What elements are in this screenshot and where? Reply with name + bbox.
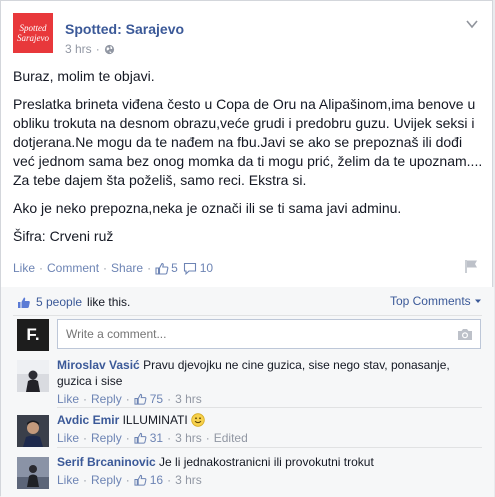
comment-author-link[interactable]: Avdic Emir [57, 413, 119, 427]
thumbs-up-icon[interactable] [134, 474, 147, 486]
comment-time[interactable]: 3 hrs [175, 430, 202, 446]
likers-link[interactable]: 5 people [36, 295, 82, 309]
page-logo-line1: Spotted [19, 23, 47, 33]
comment-like-count[interactable]: 31 [150, 430, 163, 446]
camera-icon[interactable] [457, 327, 473, 341]
post-paragraph: Buraz, molim te objavi. [13, 68, 155, 84]
comment-actions: Like · Reply · 75 · 3 hrs [57, 391, 202, 407]
comment-bubble-icon[interactable] [183, 262, 197, 275]
avatar[interactable]: F. [17, 319, 49, 351]
flag-icon[interactable] [464, 259, 479, 274]
comment-like-count[interactable]: 75 [150, 391, 163, 407]
thumbs-up-icon [18, 297, 30, 308]
post-comment-count[interactable]: 10 [200, 261, 213, 275]
comment-text: Je li jednakostranicni ili provokutni tr… [159, 455, 374, 469]
avatar[interactable] [17, 457, 49, 489]
comment-composer: F. [17, 319, 487, 351]
post-paragraph: Ako je neko prepozna,neka je označi ili … [13, 200, 402, 216]
comment-like-button[interactable]: Like [57, 472, 79, 488]
post-time[interactable]: 3 hrs [65, 42, 92, 56]
avatar[interactable] [17, 360, 49, 392]
comment-actions: Like · Reply · 16 · 3 hrs [57, 472, 202, 488]
comment-like-count[interactable]: 16 [150, 472, 163, 488]
comment-edited-label[interactable]: Edited [214, 430, 248, 446]
likes-summary: 5 people like this. Top Comments [17, 294, 482, 310]
top-comments-dropdown[interactable]: Top Comments [390, 294, 482, 308]
comment-reply-button[interactable]: Reply [91, 472, 122, 488]
divider [57, 407, 482, 408]
post-like-count[interactable]: 5 [171, 261, 178, 275]
page-avatar[interactable]: Spotted Sarajevo [13, 13, 53, 53]
comment-time[interactable]: 3 hrs [175, 391, 202, 407]
comment-input[interactable] [57, 319, 481, 349]
divider [57, 447, 482, 448]
post-meta: 3 hrs · [65, 42, 115, 56]
globe-icon[interactable] [104, 44, 115, 55]
chevron-down-icon [475, 299, 481, 303]
post-header: Spotted Sarajevo Spotted: Sarajevo 3 hrs… [13, 13, 483, 57]
like-button[interactable]: Like [13, 261, 35, 275]
chevron-down-icon[interactable] [465, 17, 479, 31]
smiley-icon [191, 413, 205, 427]
post-text: Buraz, molim te objavi. Preslatka brinet… [13, 67, 483, 255]
comment-like-button[interactable]: Like [57, 430, 79, 446]
thumbs-up-icon[interactable] [134, 393, 147, 405]
feedback-section: 5 people like this. Top Comments F. Writ… [1, 287, 494, 497]
comment-reply-button[interactable]: Reply [91, 430, 122, 446]
comment-actions: Like · Reply · 31 · 3 hrs · Edited [57, 430, 248, 446]
comment-author-link[interactable]: Serif Brcaninovic [57, 455, 156, 469]
comment-author-link[interactable]: Miroslav Vasić [57, 358, 140, 372]
page-logo-line2: Sarajevo [17, 33, 49, 43]
avatar[interactable] [17, 415, 49, 447]
comment-button[interactable]: Comment [47, 261, 99, 275]
comment-time[interactable]: 3 hrs [175, 472, 202, 488]
post-card: Spotted Sarajevo Spotted: Sarajevo 3 hrs… [0, 0, 494, 497]
post-actions: Like · Comment · Share · 5 10 [13, 259, 483, 277]
likers-suffix: like this. [87, 295, 131, 309]
divider [13, 315, 482, 316]
post-paragraph: Šifra: Crveni ruž [13, 228, 114, 244]
comment-reply-button[interactable]: Reply [91, 391, 122, 407]
share-button[interactable]: Share [111, 261, 143, 275]
post-paragraph: Preslatka brineta viđena često u Copa de… [13, 96, 483, 188]
comment-text: ILLUMINATI [122, 413, 188, 427]
comment-like-button[interactable]: Like [57, 391, 79, 407]
thumbs-up-icon[interactable] [134, 432, 147, 444]
page-name-link[interactable]: Spotted: Sarajevo [65, 21, 184, 37]
thumbs-up-icon[interactable] [155, 262, 169, 275]
